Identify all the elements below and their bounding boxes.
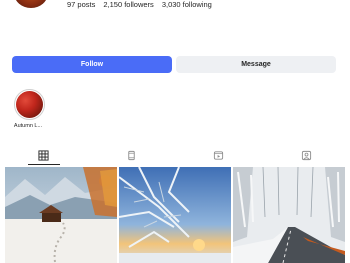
profile-avatar[interactable] <box>14 0 48 8</box>
snowy-forest-road-photo <box>233 167 345 263</box>
tab-tagged[interactable] <box>263 145 350 165</box>
followers-count[interactable]: 2,150 followers <box>103 0 153 9</box>
post-thumbnail[interactable] <box>119 167 231 263</box>
post-thumbnail[interactable] <box>5 167 117 263</box>
snow-cabin-photo <box>5 167 117 263</box>
message-button[interactable]: Message <box>176 56 336 73</box>
frosted-branches-sunset-photo <box>119 167 231 263</box>
highlight-ring <box>13 89 45 120</box>
highlight-label: Autumn L... <box>13 123 43 129</box>
tagged-icon <box>301 150 311 160</box>
profile-tabs <box>0 145 350 165</box>
tab-posts[interactable] <box>0 145 88 165</box>
tab-videos[interactable] <box>175 145 263 165</box>
highlight-cover-image <box>15 91 43 118</box>
reels-icon <box>128 150 135 160</box>
follow-button[interactable]: Follow <box>12 56 172 73</box>
post-thumbnail[interactable] <box>233 167 345 263</box>
posts-count[interactable]: 97 posts <box>67 0 95 9</box>
grid-icon <box>38 149 49 161</box>
posts-grid <box>5 167 345 263</box>
highlight-item[interactable]: Autumn L... <box>12 89 46 129</box>
following-count[interactable]: 3,030 following <box>162 0 212 9</box>
tab-reels[interactable] <box>88 145 176 165</box>
video-icon <box>214 150 224 160</box>
profile-stats: 97 posts 2,150 followers 3,030 following <box>67 0 212 9</box>
